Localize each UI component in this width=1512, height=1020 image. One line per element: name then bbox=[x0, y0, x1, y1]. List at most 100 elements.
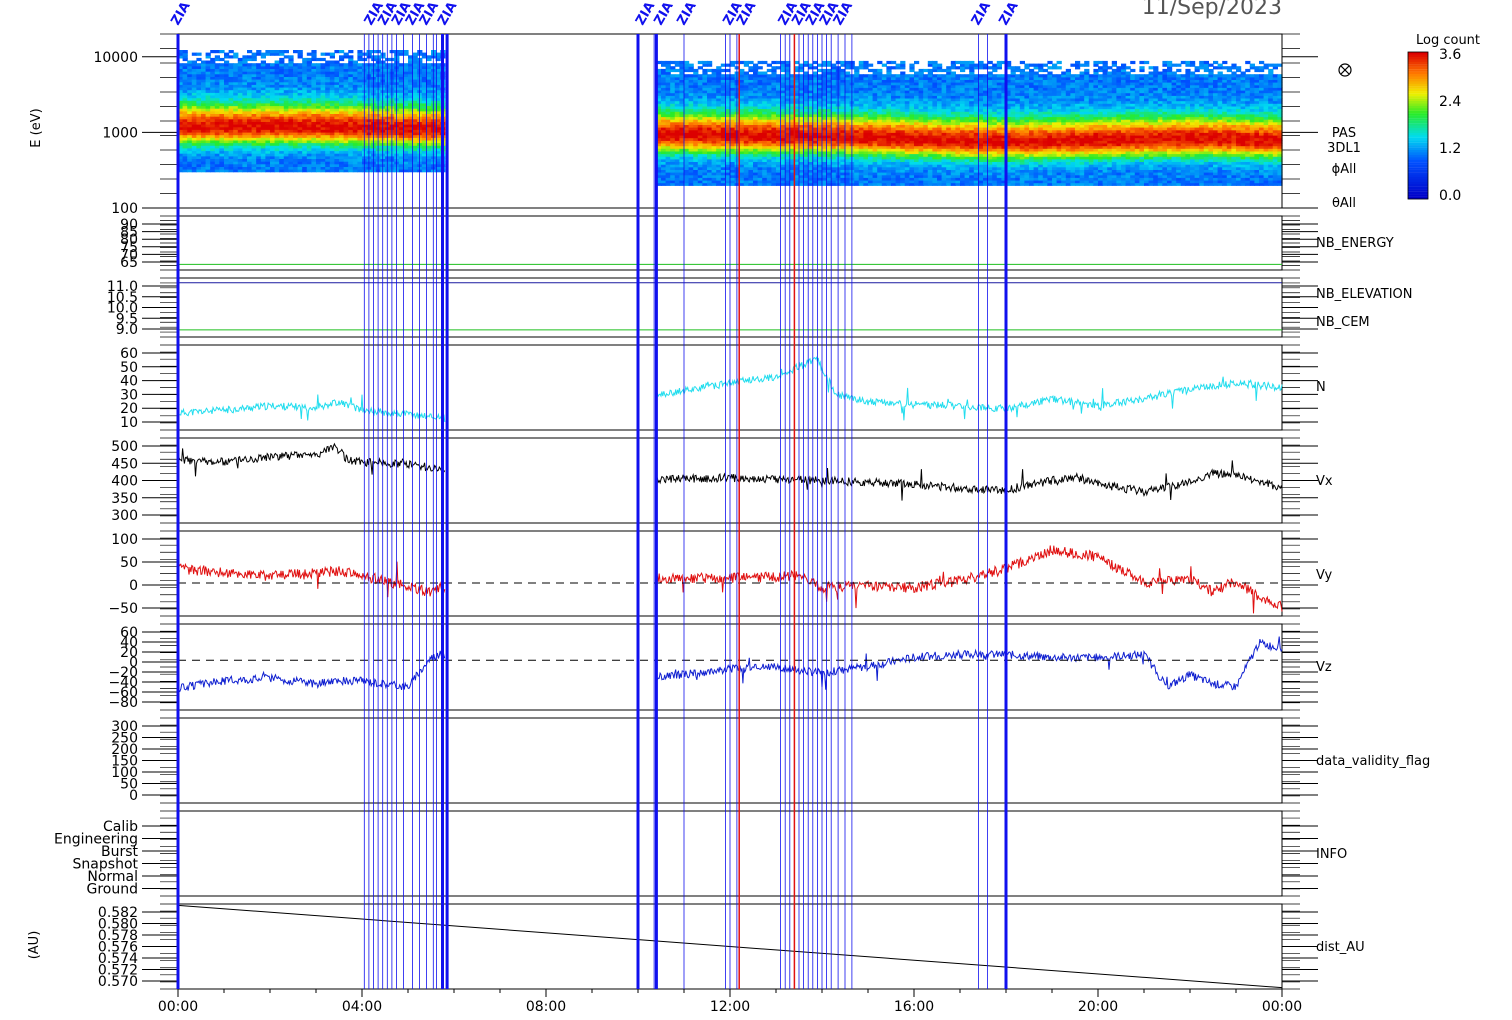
spectrogram-cell bbox=[891, 60, 897, 65]
spectrogram-cell bbox=[233, 52, 239, 56]
spectrogram-cell bbox=[665, 60, 671, 65]
spectrogram-cell bbox=[343, 63, 349, 67]
spectrogram-cell bbox=[858, 74, 864, 78]
spectrogram-cell bbox=[210, 50, 216, 54]
spectrogram-cell bbox=[210, 57, 216, 62]
spectrogram-cell bbox=[228, 63, 234, 67]
spectrogram-cell bbox=[684, 74, 690, 78]
spectrogram-cell bbox=[297, 63, 303, 67]
spectrogram-cell bbox=[256, 50, 262, 54]
spectrogram-cell bbox=[329, 52, 335, 56]
summary-plot: 10000100010090858075706511.010.510.09.59… bbox=[27, 0, 1480, 1015]
spectrogram-cell bbox=[228, 50, 234, 54]
spectrogram-cell bbox=[670, 66, 676, 70]
spectrogram-cell bbox=[403, 63, 409, 67]
spectrogram-cell bbox=[256, 63, 262, 67]
spectrogram-cell bbox=[247, 63, 253, 67]
spectrogram-cell bbox=[881, 63, 887, 67]
spectrogram-cell bbox=[707, 60, 713, 65]
spectrogram-cell bbox=[886, 60, 892, 65]
spectrogram-cell bbox=[688, 63, 694, 67]
spectrogram-cell bbox=[348, 55, 354, 59]
spectrogram-cell bbox=[766, 74, 772, 78]
spectrogram-cell bbox=[711, 68, 717, 73]
spectrogram-cell bbox=[716, 66, 722, 70]
spectrogram-cell bbox=[293, 50, 299, 54]
spectrogram-cell bbox=[674, 74, 680, 78]
spectrogram-cell bbox=[895, 74, 901, 78]
spectrogram-cell bbox=[352, 60, 358, 64]
spectrogram-cell bbox=[187, 60, 193, 64]
spectrogram-cell bbox=[707, 68, 713, 73]
spectrogram-cell bbox=[886, 66, 892, 70]
spectrogram-cell bbox=[182, 50, 188, 54]
spectrogram-cell bbox=[306, 52, 312, 56]
spectrogram-cell bbox=[845, 60, 851, 65]
spectrogram-cell bbox=[228, 55, 234, 59]
spectrogram-cell bbox=[707, 74, 713, 78]
spectrogram-cell bbox=[247, 50, 253, 54]
spectrogram-cell bbox=[293, 63, 299, 67]
spectrogram-cell bbox=[288, 55, 294, 59]
spectrogram-cell bbox=[306, 57, 312, 62]
spectrogram-cell bbox=[757, 71, 763, 75]
spectrogram-cell bbox=[670, 60, 676, 65]
spectrogram-cell bbox=[279, 50, 285, 54]
spectrogram-cell bbox=[900, 60, 906, 65]
spectrogram-cell bbox=[697, 66, 703, 70]
spectrogram-cell bbox=[426, 55, 432, 59]
spectrogram-cell bbox=[891, 66, 897, 70]
spectrogram-cell bbox=[297, 50, 303, 54]
spectrogram-cell bbox=[702, 60, 708, 65]
spectrogram-cell bbox=[320, 52, 326, 56]
spectrogram-cell bbox=[311, 50, 317, 54]
spectrogram-cell bbox=[771, 60, 777, 65]
spectrogram-cell bbox=[831, 63, 837, 67]
spectrogram-cell bbox=[339, 50, 345, 54]
spectrogram-cell bbox=[771, 66, 777, 70]
spectrogram-cell bbox=[283, 50, 289, 54]
spectrogram-cell bbox=[748, 66, 754, 70]
spectrogram-cell bbox=[214, 63, 220, 67]
spectrogram-cell bbox=[270, 50, 276, 54]
spectrogram-cell bbox=[702, 68, 708, 73]
spectrogram-cell bbox=[247, 55, 253, 59]
spectrogram-cell bbox=[339, 63, 345, 67]
spectrogram-cell bbox=[329, 60, 335, 64]
spectrogram-cell bbox=[670, 74, 676, 78]
spectrogram-cell bbox=[343, 52, 349, 56]
spectrogram-cell bbox=[895, 63, 901, 67]
plot-area: 10000100010090858075706511.010.510.09.59… bbox=[54, 0, 1318, 1015]
spectrogram-cell bbox=[748, 74, 754, 78]
spectrogram-cell bbox=[881, 74, 887, 78]
spectrogram-cell bbox=[182, 63, 188, 67]
spectrogram-cell bbox=[863, 74, 869, 78]
spectrogram-cell bbox=[357, 63, 363, 67]
spectrogram-cell bbox=[196, 63, 202, 67]
spectrogram-cell bbox=[325, 52, 331, 56]
spectrogram-cell bbox=[868, 68, 874, 73]
spectrogram-cell bbox=[311, 63, 317, 67]
spectrogram-cell bbox=[743, 71, 749, 75]
spectrogram-cell bbox=[766, 68, 772, 73]
spectrogram-cell bbox=[661, 60, 667, 65]
spectrogram-cell bbox=[762, 60, 768, 65]
spectrogram-cell bbox=[205, 60, 211, 64]
spectrogram-cell bbox=[684, 60, 690, 65]
spectrogram-cell bbox=[325, 60, 331, 64]
spectrogram-cell bbox=[877, 68, 883, 73]
spectrogram-cell bbox=[845, 71, 851, 75]
spectrogram-cell bbox=[854, 66, 860, 70]
spectrogram-cell bbox=[196, 57, 202, 62]
spectrogram-cell bbox=[877, 60, 883, 65]
spectrogram-cell bbox=[339, 55, 345, 59]
spectrogram-cell bbox=[219, 50, 225, 54]
spectrogram-cell bbox=[757, 66, 763, 70]
spectrogram-cell bbox=[900, 71, 906, 75]
spectrogram-cell bbox=[863, 60, 869, 65]
spectrogram-cell bbox=[357, 50, 363, 54]
spectrogram-cell bbox=[858, 60, 864, 65]
spectrogram-cell bbox=[270, 63, 276, 67]
spectrogram-cell bbox=[265, 50, 271, 54]
spectrogram-cell bbox=[762, 71, 768, 75]
